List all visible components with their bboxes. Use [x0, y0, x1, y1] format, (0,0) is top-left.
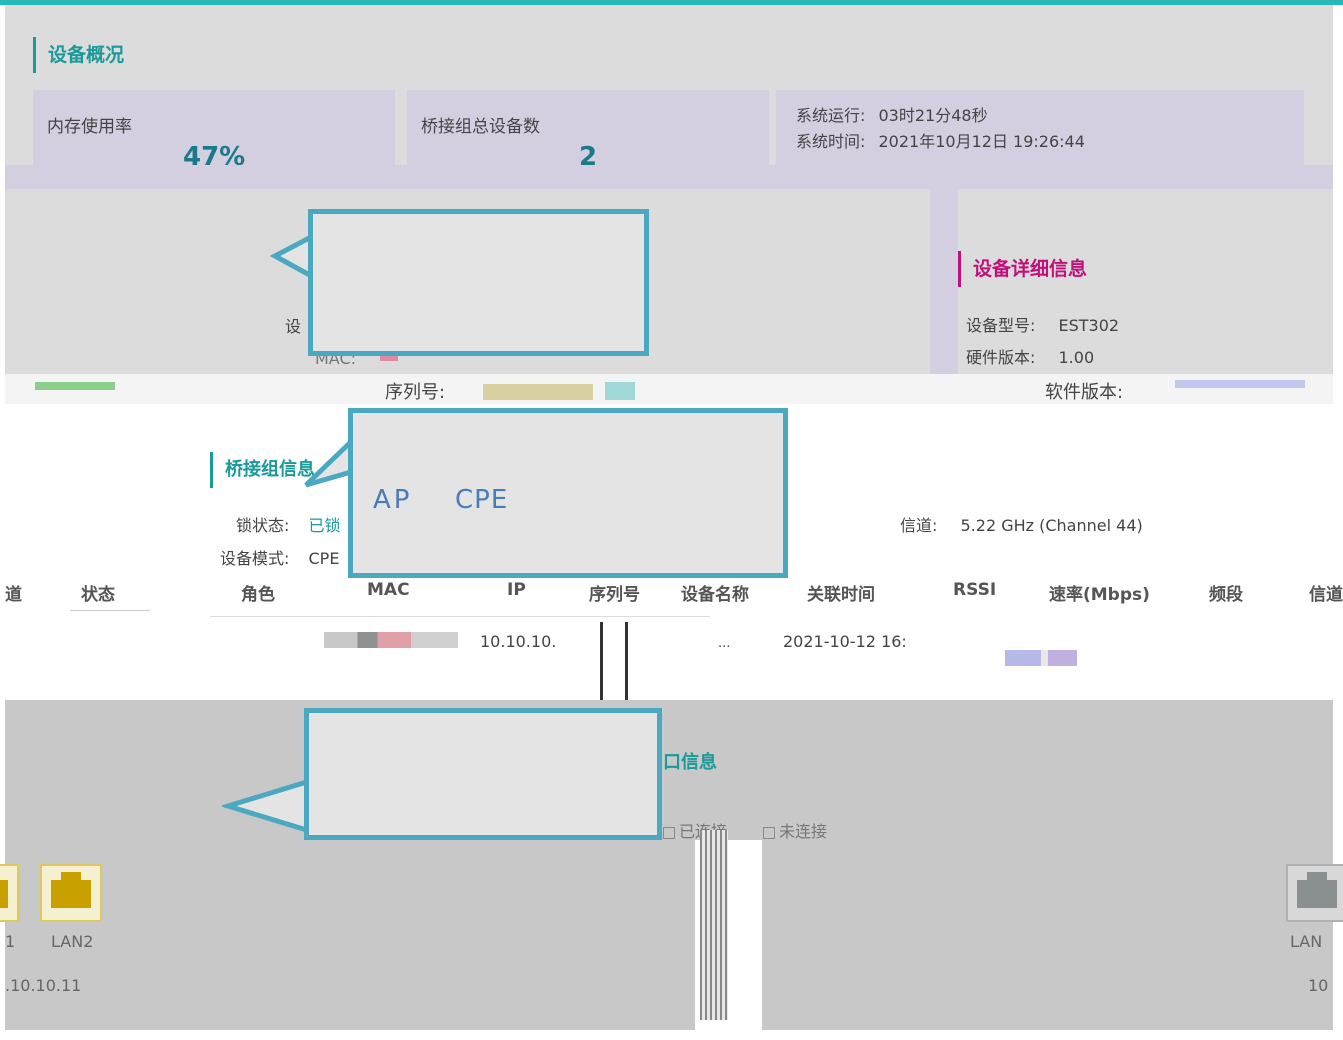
- ethernet-port-icon: [0, 880, 8, 908]
- model-value: EST302: [1058, 316, 1120, 335]
- model-label: 设备型号:: [966, 316, 1036, 335]
- uptime-line: 系统运行: 03时21分48秒: [796, 102, 988, 126]
- table-divider: [210, 616, 710, 617]
- memory-card: 内存使用率 47%: [33, 90, 395, 172]
- lock-value: 已锁: [308, 516, 341, 535]
- hw-label: 硬件版本:: [966, 348, 1036, 367]
- col-header: 关联时间: [807, 585, 875, 605]
- sw-value-redacted: [1175, 380, 1305, 388]
- callout-box-3: [304, 708, 662, 840]
- mac-cell-redacted: [324, 632, 458, 648]
- port-lan2-label: LAN2: [51, 932, 94, 951]
- system-card: 系统运行: 03时21分48秒 系统时间: 2021年10月12日 19:26:…: [776, 90, 1304, 170]
- table-divider: [70, 610, 150, 611]
- mode-label: 设备模式:: [220, 549, 290, 568]
- sw-label: 软件版本:: [1045, 382, 1124, 403]
- col-header: 序列号: [589, 585, 640, 605]
- bridge-table-header: 道 状态 角色 MAC IP 序列号 设备名称 关联时间 RSSI 速率(Mbp…: [5, 580, 1343, 610]
- ethernet-port-icon: [1297, 872, 1337, 908]
- port-lan2-ip: .10.10.11: [5, 976, 82, 995]
- port-lan2[interactable]: [40, 864, 102, 922]
- col-header: 频段: [1209, 585, 1243, 605]
- render-artifact: [700, 830, 728, 1020]
- memory-label: 内存使用率: [47, 117, 132, 137]
- ports-panel-right: LAN 10: [762, 840, 1343, 1030]
- callout-tail-3: [222, 777, 313, 835]
- ports-panel-left: 1 LAN2 .10.10.11: [0, 840, 695, 1030]
- callout-box-2: AP CPE: [348, 408, 788, 578]
- device-details-title: 设备详细信息: [958, 251, 1087, 287]
- callout-cpe-text: CPE: [455, 485, 509, 515]
- channel-row: 信道: 5.22 GHz (Channel 44): [900, 512, 1143, 536]
- legend-disconnected: 未连接: [763, 818, 827, 842]
- col-header: 道: [5, 585, 22, 605]
- device-partial-label: 设: [285, 317, 302, 336]
- serial-row: 序列号: 软件版本:: [5, 374, 1333, 404]
- port-1[interactable]: [0, 864, 19, 922]
- port-1-label: 1: [5, 932, 16, 951]
- separator-strip: [5, 165, 1333, 189]
- model-row: 设备型号: EST302: [966, 312, 1119, 336]
- channel-value: 5.22 GHz (Channel 44): [960, 516, 1143, 535]
- overview-panel: 设备概况 内存使用率 47% 桥接组总设备数 2 系统运行: 03时21分48秒…: [5, 5, 1333, 172]
- port-lan-right-ip: 10: [1308, 976, 1329, 995]
- lock-label: 锁状态:: [236, 516, 290, 535]
- col-header: 状态: [81, 585, 115, 605]
- render-artifact: [605, 382, 635, 400]
- time-cell: 2021-10-12 16:: [783, 632, 907, 651]
- callout-box-1: [308, 209, 649, 356]
- ip-cell: 10.10.10.: [480, 632, 557, 651]
- system-time-label: 系统时间:: [796, 132, 866, 151]
- port-lan-right[interactable]: [1286, 864, 1343, 922]
- port-info-title: 口信息: [663, 752, 717, 773]
- device-name-cell: ...: [718, 636, 731, 651]
- legend-disconnected-swatch: [763, 826, 775, 839]
- channel-label: 信道:: [900, 516, 938, 535]
- bridge-count-card: 桥接组总设备数 2: [407, 90, 769, 172]
- render-artifact: [35, 382, 115, 390]
- port-info-header: 口信息 已连接 未连接: [5, 700, 1333, 842]
- col-header: 角色: [241, 585, 275, 605]
- legend-disconnected-label: 未连接: [779, 822, 828, 841]
- col-header: 速率(Mbps): [1049, 585, 1150, 605]
- ethernet-port-icon: [51, 872, 91, 908]
- device-details-panel: 设备详细信息 设备型号: EST302 硬件版本: 1.00: [958, 189, 1333, 374]
- system-time-line: 系统时间: 2021年10月12日 19:26:44: [796, 128, 1085, 152]
- hw-row: 硬件版本: 1.00: [966, 344, 1094, 368]
- system-time-value: 2021年10月12日 19:26:44: [878, 132, 1085, 151]
- legend-connected-swatch: [663, 826, 675, 839]
- mode-value: CPE: [308, 549, 340, 568]
- overview-title: 设备概况: [33, 37, 124, 73]
- col-header: 信道: [1309, 585, 1343, 605]
- uptime-label: 系统运行:: [796, 106, 866, 125]
- col-header: MAC: [367, 580, 410, 600]
- mode-row: 设备模式: CPE: [220, 545, 339, 569]
- bridge-count-label: 桥接组总设备数: [421, 117, 540, 137]
- port-lan-right-label: LAN: [1290, 932, 1323, 951]
- col-header: RSSI: [953, 580, 997, 600]
- render-artifact: [600, 622, 628, 706]
- callout-ap-text: AP: [373, 485, 413, 515]
- panel-divider: [930, 189, 958, 374]
- serial-label: 序列号:: [385, 382, 446, 403]
- hw-value: 1.00: [1058, 348, 1095, 367]
- serial-value-redacted: [483, 384, 593, 400]
- rssi-cell-redacted: [1005, 650, 1077, 666]
- uptime-value: 03时21分48秒: [878, 106, 988, 125]
- lock-row: 锁状态: 已锁: [236, 512, 341, 536]
- col-header: IP: [507, 580, 526, 600]
- col-header: 设备名称: [681, 585, 749, 605]
